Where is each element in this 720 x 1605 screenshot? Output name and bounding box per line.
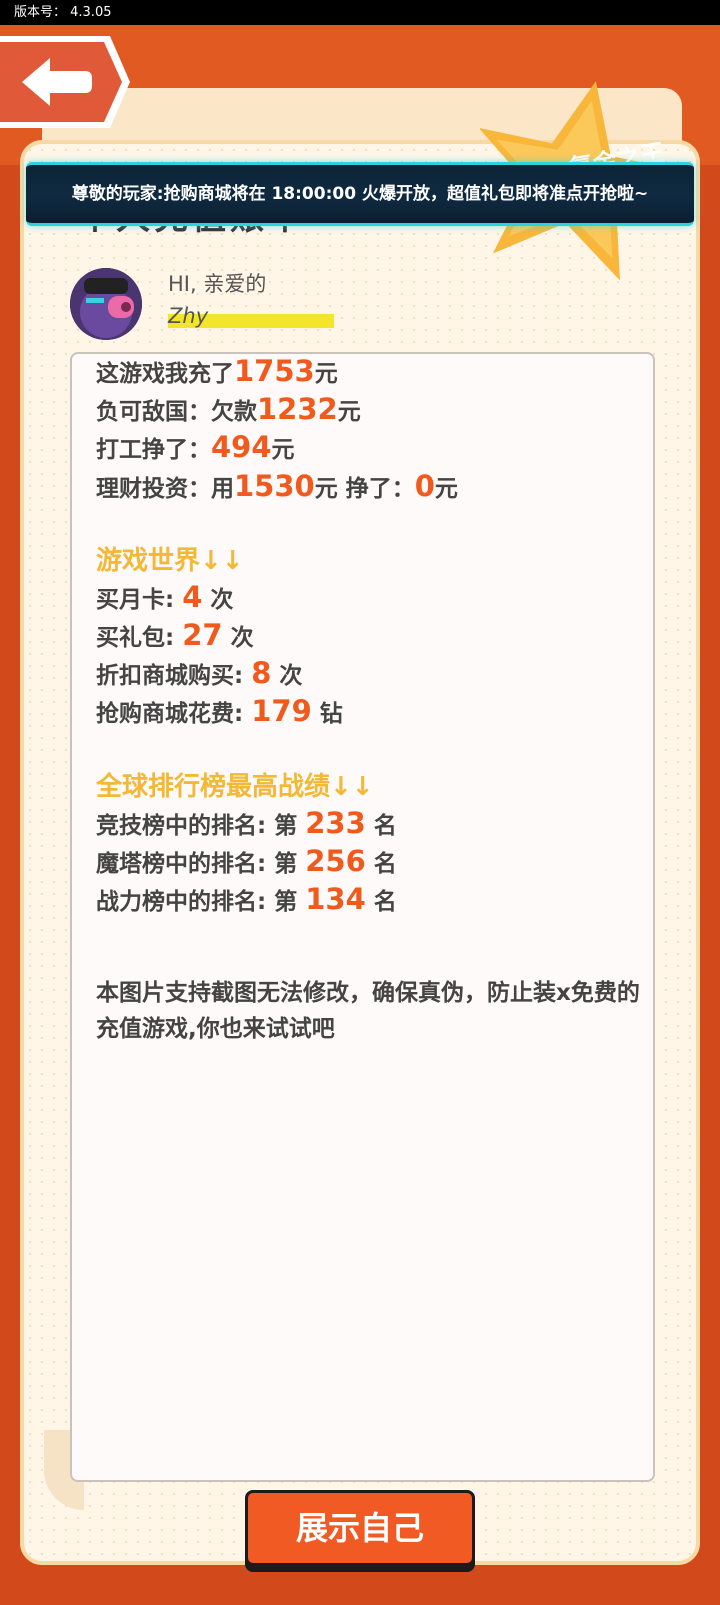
section-ranking: 全球排行榜最高战绩↓↓: [96, 772, 374, 802]
rank-power: 战力榜中的排名: 第 134 名: [96, 882, 397, 916]
rank-arena: 竞技榜中的排名: 第 233 名: [96, 806, 397, 840]
avatar: [70, 268, 142, 340]
game-stat-gift-pack: 买礼包: 27 次: [96, 618, 254, 652]
section-game-world: 游戏世界↓↓: [96, 546, 244, 576]
avatar-icon: [70, 268, 142, 340]
username: Zhy: [168, 304, 209, 328]
stats-panel: [70, 352, 655, 1482]
announcement-banner: 尊敬的玩家:抢购商城将在 18:00:00 火爆开放，超值礼包即将准点开抢啦~: [26, 162, 694, 226]
authenticity-note: 本图片支持截图无法修改，确保真伪，防止装x免费的充值游戏,你也来试试吧: [96, 980, 640, 1042]
game-stat-monthly-card: 买月卡: 4 次: [96, 580, 234, 614]
game-stat-flash-shop: 抢购商城花费: 179 钻: [96, 694, 343, 728]
version-label: 版本号： 4.3.05: [0, 0, 720, 25]
game-stat-discount-shop: 折扣商城购买: 8 次: [96, 656, 303, 690]
stat-work: 打工挣了：494元: [96, 430, 295, 464]
stat-debt: 负可敌国：欠款1232元: [96, 392, 361, 426]
back-button[interactable]: [0, 36, 132, 128]
rank-tower: 魔塔榜中的排名: 第 256 名: [96, 844, 397, 878]
stat-invest: 理财投资：用1530元 挣了：0元: [96, 469, 458, 503]
show-off-button[interactable]: 展示自己: [245, 1490, 475, 1566]
greeting-text: HI, 亲爱的: [168, 272, 267, 296]
stat-recharge: 这游戏我充了1753元: [96, 354, 338, 388]
back-arrow-icon: [0, 36, 130, 128]
